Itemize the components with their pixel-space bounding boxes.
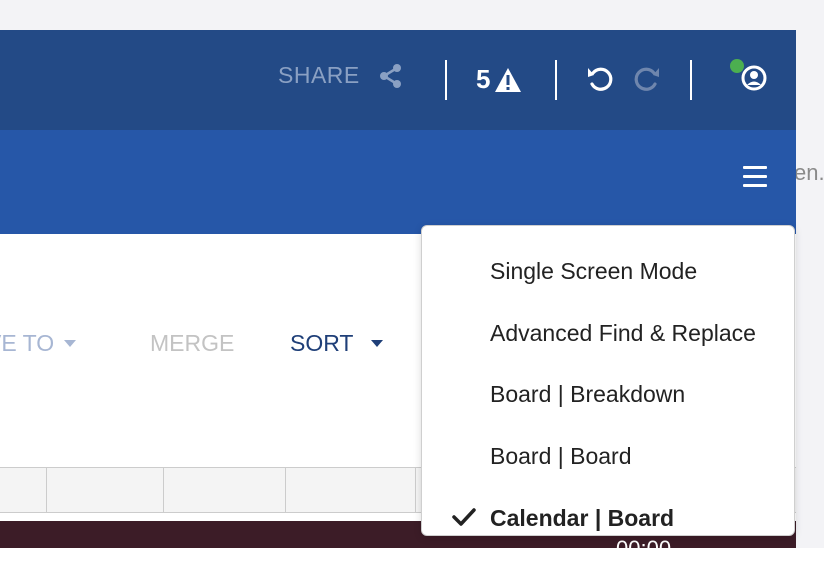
header-divider: [690, 60, 692, 100]
share-label: SHARE: [278, 62, 360, 88]
chevron-down-icon: [371, 340, 384, 347]
move-to-button[interactable]: VE TO: [0, 330, 77, 357]
view-menu: Single Screen Mode Advanced Find & Repla…: [421, 225, 795, 536]
move-to-label: VE TO: [0, 330, 55, 356]
column-divider: [285, 468, 286, 512]
browser-top-strip: [0, 0, 796, 30]
column-divider: [46, 468, 47, 512]
redo-icon[interactable]: [632, 64, 662, 94]
menu-item-label: Board | Breakdown: [490, 381, 686, 407]
warning-icon: [495, 67, 522, 92]
menu-item-label: Advanced Find & Replace: [490, 320, 756, 346]
sort-button[interactable]: SORT: [290, 330, 384, 357]
right-gutter: [796, 0, 824, 548]
gutter-text: en.: [794, 160, 824, 185]
user-icon[interactable]: [726, 56, 770, 96]
menu-item-calendar-board[interactable]: Calendar | Board: [422, 489, 794, 539]
header-divider: [445, 60, 447, 100]
time-label: 00:00: [616, 536, 672, 561]
menu-item-board-breakdown[interactable]: Board | Breakdown: [422, 365, 794, 415]
sort-label: SORT: [290, 330, 354, 356]
menu-item-label: Board | Board: [490, 443, 632, 469]
menu-item-board-board[interactable]: Board | Board: [422, 427, 794, 477]
alerts-count: 5: [476, 64, 491, 94]
share-icon: [379, 63, 401, 88]
share-button[interactable]: SHARE: [278, 62, 404, 89]
sub-header: [0, 130, 796, 234]
alerts-button[interactable]: 5: [476, 64, 522, 95]
status-online-indicator: [730, 59, 744, 73]
header-divider: [555, 60, 557, 100]
column-divider: [163, 468, 164, 512]
undo-icon[interactable]: [585, 64, 615, 94]
merge-button[interactable]: MERGE: [150, 330, 234, 357]
column-divider: [415, 468, 416, 512]
menu-item-single-screen-mode[interactable]: Single Screen Mode: [422, 242, 794, 292]
menu-item-label: Single Screen Mode: [490, 258, 698, 284]
menu-item-label: Calendar | Board: [490, 505, 675, 531]
hamburger-icon[interactable]: [743, 166, 767, 190]
checkmark-icon: [452, 508, 476, 526]
merge-label: MERGE: [150, 330, 235, 356]
menu-item-advanced-find-replace[interactable]: Advanced Find & Replace: [422, 304, 794, 354]
chevron-down-icon: [64, 340, 77, 347]
